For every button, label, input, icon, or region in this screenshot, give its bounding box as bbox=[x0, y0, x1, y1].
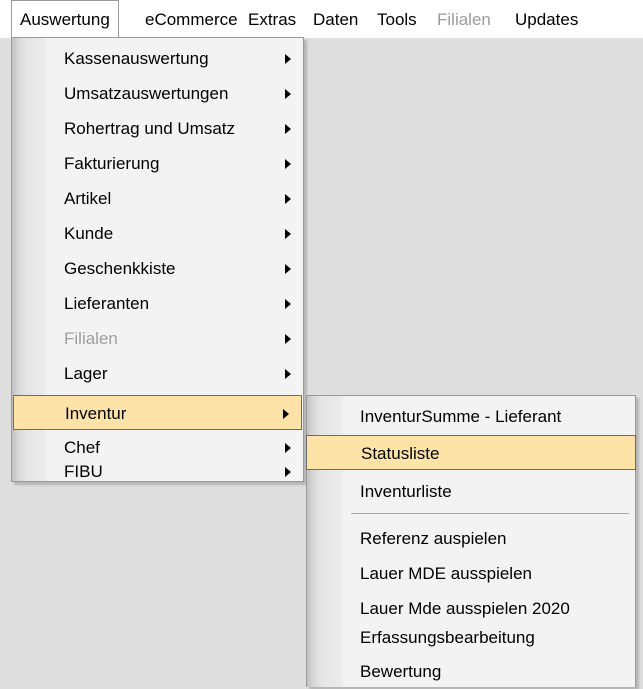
submenu-arrow-icon bbox=[285, 89, 291, 99]
submenu-arrow-icon bbox=[285, 229, 291, 239]
menu-item-fibu[interactable]: FIBU bbox=[12, 462, 303, 481]
menu-filialen: Filialen bbox=[437, 10, 491, 29]
menu-item-label: Lager bbox=[64, 364, 108, 383]
menu-item-lager[interactable]: Lager bbox=[12, 356, 303, 391]
menu-auswertung[interactable]: Auswertung bbox=[11, 0, 119, 38]
submenu-item-inventursumme-lieferant[interactable]: InventurSumme - Lieferant bbox=[307, 399, 635, 434]
menu-item-label: Rohertrag und Umsatz bbox=[64, 119, 236, 138]
menu-item-label: Lieferanten bbox=[64, 294, 150, 313]
menu-item-kassenauswertung[interactable]: Kassenauswertung bbox=[12, 41, 303, 76]
menu-item-label: Kassenauswertung bbox=[64, 49, 209, 68]
submenu-item-referenz-auspielen[interactable]: Referenz auspielen bbox=[307, 521, 635, 556]
submenu-item-erfassungsbearbeitung[interactable]: Erfassungsbearbeitung bbox=[307, 620, 635, 655]
submenu-item-label: Bewertung bbox=[360, 662, 442, 681]
submenu-arrow-icon bbox=[285, 159, 291, 169]
menu-item-label: FIBU bbox=[64, 462, 103, 481]
menu-item-geschenkkiste[interactable]: Geschenkkiste bbox=[12, 251, 303, 286]
menu-bar: Auswertung eCommerce Extras Daten Tools … bbox=[0, 0, 643, 38]
submenu-item-label: Referenz auspielen bbox=[360, 529, 507, 548]
menu-item-label: Chef bbox=[64, 438, 100, 457]
submenu-arrow-icon bbox=[285, 194, 291, 204]
submenu-item-label: Erfassungsbearbeitung bbox=[360, 628, 535, 647]
menu-item-inventur[interactable]: Inventur bbox=[13, 395, 302, 430]
submenu-arrow-icon bbox=[285, 467, 291, 477]
menu-item-label: Artikel bbox=[64, 189, 112, 208]
menu-item-label: Umsatzauswertungen bbox=[64, 84, 229, 103]
submenu-arrow-icon bbox=[285, 334, 291, 344]
menu-daten[interactable]: Daten bbox=[313, 0, 358, 32]
submenu-separator bbox=[351, 513, 629, 514]
menu-item-chef[interactable]: Chef bbox=[12, 430, 303, 465]
submenu-arrow-icon bbox=[285, 54, 291, 64]
submenu-arrow-icon bbox=[285, 443, 291, 453]
menu-item-umsatzauswertungen[interactable]: Umsatzauswertungen bbox=[12, 76, 303, 111]
submenu-item-label: Lauer MDE ausspielen bbox=[360, 564, 532, 583]
menu-item-artikel[interactable]: Artikel bbox=[12, 181, 303, 216]
menu-ecommerce[interactable]: eCommerce bbox=[145, 0, 238, 32]
menu-item-label: Fakturierung bbox=[64, 154, 160, 173]
submenu-item-inventurliste[interactable]: Inventurliste bbox=[307, 474, 635, 509]
submenu-arrow-icon bbox=[285, 264, 291, 274]
menu-item-fakturierung[interactable]: Fakturierung bbox=[12, 146, 303, 181]
submenu-item-lauer-mde-ausspielen[interactable]: Lauer MDE ausspielen bbox=[307, 556, 635, 591]
menu-item-lieferanten[interactable]: Lieferanten bbox=[12, 286, 303, 321]
menu-tools[interactable]: Tools bbox=[377, 0, 417, 32]
menu-extras[interactable]: Extras bbox=[248, 0, 296, 32]
submenu-arrow-icon bbox=[285, 299, 291, 309]
inventur-submenu: InventurSumme - Lieferant Statusliste In… bbox=[306, 395, 636, 687]
menu-item-filialen: Filialen bbox=[12, 321, 303, 356]
submenu-arrow-icon bbox=[283, 409, 289, 419]
submenu-item-bewertung[interactable]: Bewertung bbox=[307, 654, 635, 689]
submenu-item-label: Statusliste bbox=[361, 444, 440, 463]
menu-updates[interactable]: Updates bbox=[515, 0, 578, 32]
menu-item-label: Inventur bbox=[65, 404, 127, 423]
submenu-item-statusliste[interactable]: Statusliste bbox=[306, 435, 636, 470]
auswertung-dropdown: Kassenauswertung Umsatzauswertungen Rohe… bbox=[11, 37, 304, 482]
submenu-item-label: Inventurliste bbox=[360, 482, 452, 501]
submenu-arrow-icon bbox=[285, 369, 291, 379]
menu-item-kunde[interactable]: Kunde bbox=[12, 216, 303, 251]
menu-item-label: Kunde bbox=[64, 224, 114, 243]
submenu-item-label: InventurSumme - Lieferant bbox=[360, 407, 562, 426]
submenu-arrow-icon bbox=[285, 124, 291, 134]
menu-item-rohertrag[interactable]: Rohertrag und Umsatz bbox=[12, 111, 303, 146]
menu-item-label: Geschenkkiste bbox=[64, 259, 176, 278]
menu-item-label: Filialen bbox=[64, 329, 118, 348]
